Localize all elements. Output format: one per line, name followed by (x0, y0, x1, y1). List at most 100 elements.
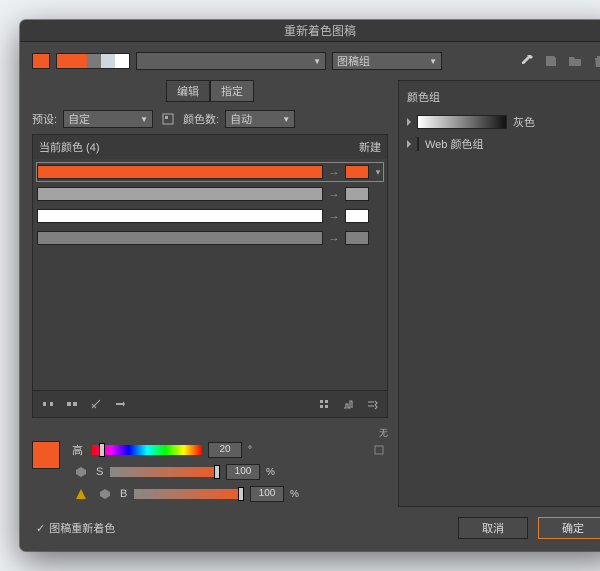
colornum-select[interactable]: 自动 ▼ (225, 110, 295, 128)
group-swatch-strip (417, 115, 507, 129)
color-group-item[interactable]: Web 颜色组 (405, 133, 600, 155)
chevron-down-icon: ▼ (313, 57, 321, 66)
hue-label: 高 (72, 442, 86, 458)
hue-value[interactable]: 20 (208, 442, 242, 458)
main-row: 编辑 指定 预设: 自定 ▼ 颜色数: 自动 ▼ (32, 80, 600, 507)
hue-row: 高 20 ° (72, 441, 388, 459)
cube-icon (72, 463, 90, 481)
randomize-order-icon[interactable] (363, 395, 381, 413)
hsb-sliders: 无 高 20 ° (32, 426, 388, 507)
tab-assign[interactable]: 指定 (210, 80, 254, 102)
bri-slider[interactable] (134, 489, 244, 499)
none-label: 无 (379, 428, 388, 438)
tabs: 编辑 指定 (32, 80, 388, 102)
percent-label: % (290, 489, 299, 500)
source-color-bar[interactable] (37, 165, 323, 179)
new-colors-label: 新建 (359, 139, 381, 155)
group-label: 灰色 (513, 114, 535, 130)
percent-label: % (266, 467, 275, 478)
check-icon: ✓ (36, 522, 45, 535)
cancel-button[interactable]: 取消 (458, 517, 528, 539)
preset-label: 预设: (32, 111, 57, 127)
color-mapping-panel: 当前颜色 (4) 新建 →▾→→→ (32, 134, 388, 418)
artwork-color-strip[interactable] (56, 53, 130, 69)
source-color-bar[interactable] (37, 231, 323, 245)
triangle-right-icon (407, 140, 411, 148)
separate-icon[interactable] (63, 395, 81, 413)
color-list: →▾→→→ (33, 159, 387, 390)
randomize-sat-icon[interactable] (339, 395, 357, 413)
hue-slider[interactable] (92, 445, 202, 455)
color-mapping-row[interactable]: → (37, 229, 383, 247)
row-options-icon[interactable]: ▾ (373, 167, 383, 178)
target-color-swatch[interactable] (345, 187, 369, 201)
left-column: 编辑 指定 预设: 自定 ▼ 颜色数: 自动 ▼ (32, 80, 388, 507)
dialog-footer: ✓ 图稿重新着色 取消 确定 (32, 507, 600, 539)
preset-select[interactable]: 自定 ▼ (63, 110, 153, 128)
preset-value: 自定 (68, 111, 90, 127)
sat-label: S (96, 466, 104, 478)
colornum-value: 自动 (230, 111, 252, 127)
degree-label: ° (248, 445, 252, 456)
panel-header: 当前颜色 (4) 新建 (33, 135, 387, 159)
folder-icon[interactable] (566, 52, 584, 70)
source-color-bar[interactable] (37, 209, 323, 223)
exclude-icon[interactable] (87, 395, 105, 413)
artwork-select[interactable]: ▼ (136, 52, 326, 70)
arrow-to-icon: → (327, 166, 341, 178)
color-group-item[interactable]: 灰色 (405, 111, 600, 133)
panel-footer (33, 390, 387, 417)
color-groups-header: 颜色组 (405, 87, 600, 111)
titlebar: 重新着色图稿 (20, 20, 600, 42)
title-text: 重新着色图稿 (284, 24, 356, 38)
recolor-dialog: 重新着色图稿 ▼ 图稿组 ▼ (20, 20, 600, 551)
arrow-to-icon: → (327, 210, 341, 222)
bri-value[interactable]: 100 (250, 486, 284, 502)
group-swatch-strip (417, 137, 419, 151)
ok-button[interactable]: 确定 (538, 517, 600, 539)
warning-icon (72, 485, 90, 503)
source-color-bar[interactable] (37, 187, 323, 201)
active-color-swatch[interactable] (32, 53, 50, 69)
bri-label: B (120, 488, 128, 500)
color-mapping-row[interactable]: →▾ (37, 163, 383, 181)
new-row-icon[interactable] (111, 395, 129, 413)
merge-icon[interactable] (39, 395, 57, 413)
sat-value[interactable]: 100 (226, 464, 260, 480)
save-group-icon[interactable] (542, 52, 560, 70)
target-color-swatch[interactable] (345, 231, 369, 245)
color-groups-list: 灰色 Web 颜色组 (405, 111, 600, 155)
current-colors-label: 当前颜色 (4) (39, 139, 100, 155)
sat-row: S 100 % (72, 463, 388, 481)
dialog-content: ▼ 图稿组 ▼ 编辑 (20, 42, 600, 551)
preset-row: 预设: 自定 ▼ 颜色数: 自动 ▼ (32, 110, 388, 128)
preset-options-icon[interactable] (159, 110, 177, 128)
eyedropper-icon[interactable] (518, 52, 536, 70)
chevron-down-icon: ▼ (429, 57, 437, 66)
chevron-down-icon: ▼ (282, 115, 290, 124)
trash-icon[interactable] (590, 52, 600, 70)
colornum-label: 颜色数: (183, 111, 219, 127)
color-group-select-value: 图稿组 (337, 53, 370, 69)
slider-mode-icon[interactable] (370, 441, 388, 459)
tab-edit[interactable]: 编辑 (166, 80, 210, 102)
triangle-right-icon (407, 118, 411, 126)
color-mapping-row[interactable]: → (37, 207, 383, 225)
recolor-art-label: 图稿重新着色 (49, 520, 115, 536)
find-in-wheel-icon[interactable] (315, 395, 333, 413)
target-color-swatch[interactable] (345, 165, 369, 179)
recolor-art-checkbox[interactable]: ✓ 图稿重新着色 (32, 520, 115, 536)
color-groups-panel: 颜色组 灰色Web 颜色组 ◀ (398, 80, 600, 507)
bri-row: B 100 % (72, 485, 388, 503)
group-label: Web 颜色组 (425, 136, 483, 152)
color-mapping-row[interactable]: → (37, 185, 383, 203)
color-group-select[interactable]: 图稿组 ▼ (332, 52, 442, 70)
selected-color-swatch[interactable] (32, 441, 60, 469)
target-color-swatch[interactable] (345, 209, 369, 223)
top-row: ▼ 图稿组 ▼ (32, 52, 600, 70)
chevron-down-icon: ▼ (140, 115, 148, 124)
arrow-to-icon: → (327, 188, 341, 200)
cube-icon (96, 485, 114, 503)
arrow-to-icon: → (327, 232, 341, 244)
sat-slider[interactable] (110, 467, 220, 477)
